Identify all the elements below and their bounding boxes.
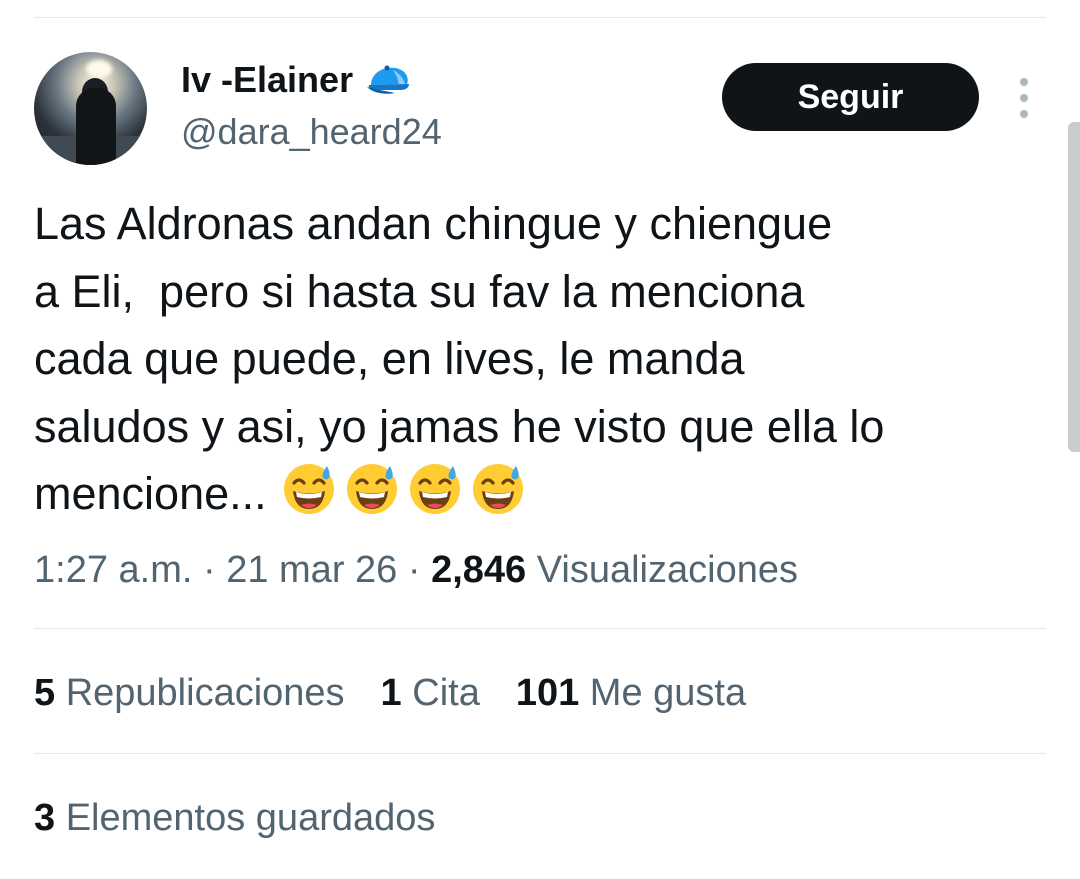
quotes-count: 1 [380, 672, 402, 714]
grinning-sweat-emoji-icon [344, 460, 400, 516]
engagement-stats: 5 Republicaciones 1 Cita 101 Me gusta [34, 668, 782, 718]
avatar-figure [76, 88, 116, 165]
reposts-count: 5 [34, 672, 56, 714]
avatar[interactable] [34, 52, 147, 165]
vertical-ellipsis-icon[interactable] [1012, 78, 1036, 118]
ellipsis-dot [1020, 110, 1028, 118]
tweet-text: Las Aldronas andan chingue y chiengue a … [34, 190, 1044, 528]
grinning-sweat-emoji-icon [470, 460, 526, 516]
follow-button[interactable]: Seguir [722, 63, 979, 131]
tweet-meta: 1:27 a.m. · 21 mar 26 · 2,846 Visualizac… [34, 545, 798, 595]
meta-separator: · [202, 549, 216, 591]
ellipsis-dot [1020, 94, 1028, 102]
grinning-sweat-emoji-icon [407, 460, 463, 516]
divider [34, 628, 1046, 629]
tweet-date[interactable]: 21 mar 26 [226, 549, 397, 591]
likes-count: 101 [515, 672, 580, 714]
bookmarks-count: 3 [34, 797, 56, 839]
avatar-sun [86, 60, 112, 78]
tweet-time[interactable]: 1:27 a.m. [34, 549, 192, 591]
reposts-stat[interactable]: 5 Republicaciones [34, 668, 345, 718]
divider [34, 753, 1046, 754]
quotes-stat[interactable]: 1 Cita [381, 668, 480, 718]
emoji-group [281, 460, 533, 516]
views-count: 2,846 [431, 549, 527, 591]
bookmarks-stat[interactable]: 3 Elementos guardados [34, 793, 435, 843]
author-handle[interactable]: @dara_heard24 [181, 110, 442, 154]
top-divider [34, 17, 1046, 18]
reposts-label: Republicaciones [65, 672, 345, 714]
scrollbar[interactable] [1068, 122, 1080, 452]
quotes-label: Cita [412, 672, 480, 714]
likes-label: Me gusta [589, 672, 747, 714]
display-name[interactable]: Iv -Elainer [181, 58, 353, 102]
meta-separator: · [407, 549, 421, 591]
author-name-row[interactable]: Iv -Elainer [181, 58, 413, 102]
likes-stat[interactable]: 101 Me gusta [516, 668, 746, 718]
grinning-sweat-emoji-icon [281, 460, 337, 516]
bookmarks-label: Elementos guardados [65, 797, 436, 839]
ellipsis-dot [1020, 78, 1028, 86]
views-label: Visualizaciones [536, 549, 798, 591]
blue-cap-icon [365, 63, 413, 97]
